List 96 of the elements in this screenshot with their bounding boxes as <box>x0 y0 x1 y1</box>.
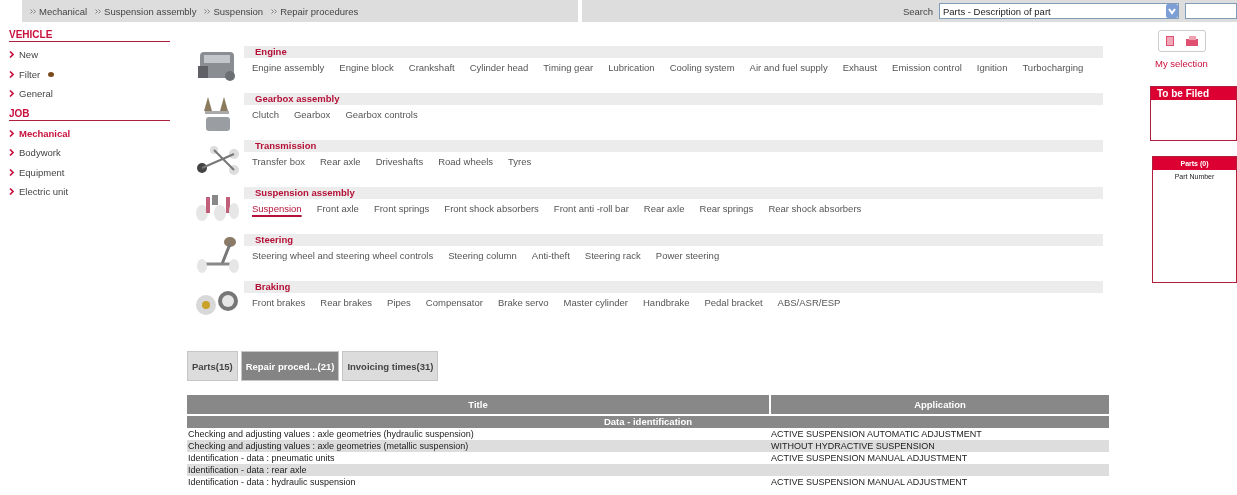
sidebar-item[interactable]: Bodywork <box>19 147 61 159</box>
subcategory-link[interactable]: Steering wheel and steering wheel controls <box>252 250 434 261</box>
column-header: Application <box>770 395 1109 415</box>
subcategory-link[interactable]: Front anti -roll bar <box>553 203 629 214</box>
subcategory-link[interactable]: Emission control <box>892 62 962 73</box>
results-tab[interactable]: Repair proced...(21) <box>240 351 340 381</box>
subcategory-link[interactable]: Cylinder head <box>469 62 529 73</box>
caret-icon <box>1166 4 1178 18</box>
table-cell[interactable]: Identification - data : hydraulic suspension <box>187 476 770 488</box>
chevron-icon <box>9 70 14 78</box>
subcategory-link[interactable]: Compensator <box>425 297 483 308</box>
subcategory-link[interactable]: Engine block <box>339 62 394 73</box>
sidebar-heading: VEHICLE <box>9 29 170 42</box>
sidebar-heading: JOB <box>9 107 170 121</box>
table-cell: WITHOUT HYDRACTIVE SUSPENSION <box>770 440 1109 452</box>
subcategory-link[interactable]: Brake servo <box>497 297 549 308</box>
subcategory-link[interactable]: Front springs <box>373 203 430 214</box>
subcategory-link[interactable]: ABS/ASR/ESP <box>777 297 841 308</box>
group-header: Data - identification <box>187 415 1109 428</box>
double-chevron-icon <box>271 9 278 15</box>
my-selection-link[interactable]: My selection <box>1155 58 1237 69</box>
subcategory-link[interactable]: Air and fuel supply <box>749 62 828 73</box>
breadcrumb-link[interactable]: Repair procedures <box>271 5 359 17</box>
subcategory-link[interactable]: Turbocharging <box>1022 62 1084 73</box>
subcategory-link[interactable]: Exhaust <box>842 62 878 73</box>
panel-title: To be Filed <box>1151 87 1236 100</box>
subcategory-link[interactable]: Rear brakes <box>320 297 373 308</box>
subcategory-link[interactable]: Tyres <box>508 156 532 167</box>
subcategory-link[interactable]: Crankshaft <box>408 62 455 73</box>
category-heading: Engine <box>244 46 1103 58</box>
subcategory-link[interactable]: Gearbox <box>293 109 331 120</box>
subcategory-link[interactable]: Steering rack <box>584 250 641 261</box>
subcategory-link[interactable]: Anti-theft <box>531 250 570 261</box>
search-type-dropdown[interactable]: Parts - Description of part <box>939 3 1179 19</box>
chevron-icon <box>9 51 14 59</box>
subcategory-link[interactable]: Front brakes <box>252 297 306 308</box>
subcategory-link[interactable]: Pedal bracket <box>704 297 763 308</box>
category-heading: Transmission <box>244 140 1103 152</box>
chevron-icon <box>9 168 14 176</box>
steering-drawing <box>194 234 242 274</box>
subcategory-link[interactable]: Timing gear <box>543 62 594 73</box>
sidebar-item[interactable]: Mechanical <box>19 127 71 139</box>
double-chevron-icon <box>204 9 211 15</box>
subcategory-link[interactable]: Engine assembly <box>252 62 325 73</box>
sidebar-item[interactable]: Filter <box>19 68 41 80</box>
table-cell: ACTIVE SUSPENSION MANUAL ADJUSTMENT <box>770 452 1109 464</box>
subcategory-link[interactable]: Road wheels <box>438 156 494 167</box>
subcategory-link[interactable]: Gearbox controls <box>345 109 418 120</box>
subcategory-link[interactable]: Front axle <box>316 203 359 214</box>
category-heading: Suspension assembly <box>244 187 1103 199</box>
table-cell[interactable]: Checking and adjusting values : axle geometries (hydraulic suspension) <box>187 428 770 440</box>
table-cell[interactable]: Identification - data : pneumatic units <box>187 452 770 464</box>
column-header: Title <box>187 395 770 415</box>
subcategory-link[interactable]: Rear axle <box>320 156 361 167</box>
subcategory-link[interactable]: Master cylinder <box>563 297 628 308</box>
print-icon[interactable] <box>1185 35 1199 47</box>
category-heading: Braking <box>244 281 1103 293</box>
subcategory-link[interactable]: Transfer box <box>252 156 305 167</box>
sidebar-item[interactable]: Equipment <box>19 166 65 178</box>
subcategory-link[interactable]: Rear shock absorbers <box>768 203 862 214</box>
subcategory-link[interactable]: Driveshafts <box>375 156 424 167</box>
search-label: Search <box>902 5 933 17</box>
subcategory-link[interactable]: Steering column <box>448 250 517 261</box>
breadcrumb-link[interactable]: Suspension assembly <box>95 5 197 17</box>
breadcrumb-link[interactable]: Suspension <box>204 5 264 17</box>
sidebar-item[interactable]: New <box>19 49 38 61</box>
chevron-icon <box>9 90 14 98</box>
chevron-icon <box>9 149 14 157</box>
sidebar-item[interactable]: Electric unit <box>19 186 69 198</box>
sidebar-item[interactable]: General <box>19 88 53 100</box>
category-heading: Gearbox assembly <box>244 93 1103 105</box>
subcategory-link[interactable]: Front shock absorbers <box>444 203 539 214</box>
subcategory-link[interactable]: Pipes <box>387 297 411 308</box>
table-cell[interactable]: Identification - data : rear axle <box>187 464 770 476</box>
breadcrumb-link[interactable]: Mechanical <box>30 5 88 17</box>
subcategory-link[interactable]: Lubrication <box>608 62 655 73</box>
category-heading: Steering <box>244 234 1103 246</box>
subcategory-link[interactable]: Handbrake <box>643 297 690 308</box>
search-field[interactable] <box>1185 3 1237 19</box>
table-cell: ACTIVE SUSPENSION MANUAL ADJUSTMENT <box>770 476 1109 488</box>
results-tab[interactable]: Invoicing times(31) <box>342 351 439 381</box>
results-tab[interactable]: Parts(15) <box>187 351 238 381</box>
subcategory-link[interactable]: Suspension <box>252 203 302 214</box>
subcategory-link[interactable]: Power steering <box>655 250 720 261</box>
double-chevron-icon <box>30 9 36 15</box>
table-cell[interactable]: Checking and adjusting values : axle geometries (metallic suspension) <box>187 440 770 452</box>
double-chevron-icon <box>95 9 102 15</box>
subcategory-link[interactable]: Cooling system <box>669 62 735 73</box>
table-cell: ACTIVE SUSPENSION AUTOMATIC ADJUSTMENT <box>770 428 1109 440</box>
chevron-icon <box>9 129 14 137</box>
list-icon[interactable] <box>1165 35 1177 47</box>
subcategory-link[interactable]: Clutch <box>252 109 279 120</box>
subcategory-link[interactable]: Ignition <box>976 62 1008 73</box>
subcategory-link[interactable]: Rear springs <box>699 203 754 214</box>
chevron-icon <box>9 188 14 196</box>
subcategory-link[interactable]: Rear axle <box>643 203 685 214</box>
